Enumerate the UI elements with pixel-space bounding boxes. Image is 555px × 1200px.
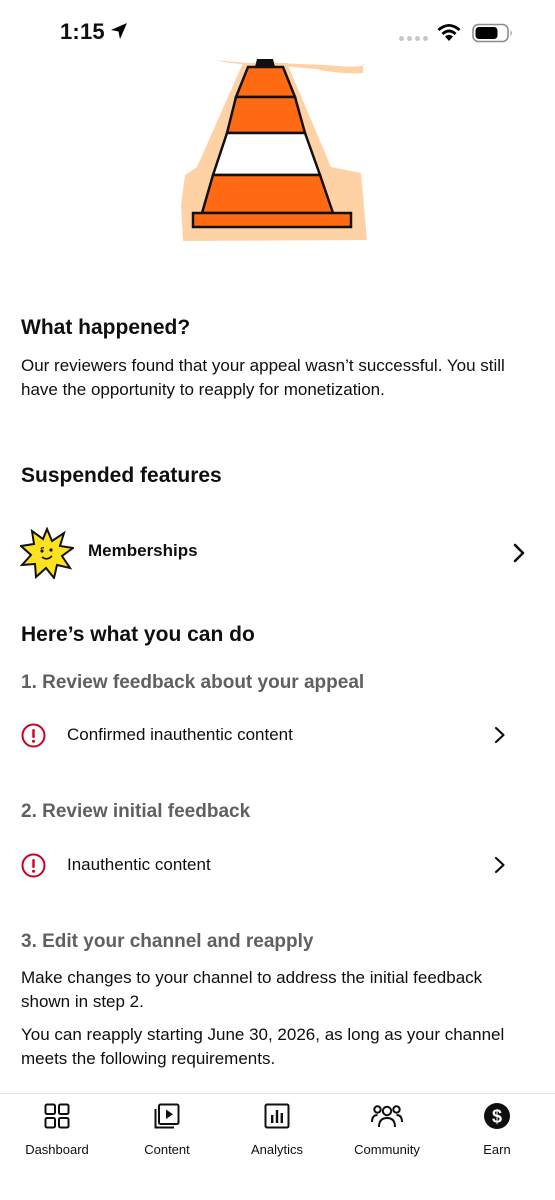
nav-content-label: Content [144,1142,190,1157]
earn-icon: $ [484,1103,510,1129]
nav-earn[interactable]: $ Earn [447,1102,547,1162]
step1-feedback-row[interactable]: Confirmed inauthentic content [0,711,555,759]
wifi-icon [437,24,461,41]
chevron-right-icon [494,726,505,744]
chevron-right-icon [513,543,525,563]
star-mascot-icon [20,527,74,579]
bottom-navigation: Dashboard Content Analytics Community $ … [0,1093,555,1200]
actions-heading: Here’s what you can do [21,623,255,646]
nav-dashboard[interactable]: Dashboard [7,1102,107,1162]
nav-analytics-label: Analytics [250,1142,304,1157]
alert-icon [21,853,46,877]
nav-earn-label: Earn [483,1142,511,1157]
nav-community[interactable]: Community [337,1102,437,1162]
nav-analytics[interactable]: Analytics [227,1102,327,1162]
step2-feedback-label: Inauthentic content [67,855,211,874]
suspended-item-memberships[interactable]: Memberships [0,524,555,582]
alert-icon [21,723,46,747]
step1-feedback-label: Confirmed inauthentic content [67,725,293,744]
suspended-features-heading: Suspended features [21,464,222,487]
location-arrow-icon [111,23,127,39]
step3-paragraph-2: You can reapply starting June 30, 2026, … [21,1025,505,1068]
what-happened-body: Our reviewers found that your appeal was… [21,356,505,399]
content-icon [154,1103,180,1129]
nav-community-label: Community [354,1142,420,1157]
step2-feedback-row[interactable]: Inauthentic content [0,841,555,889]
battery-icon [472,23,512,43]
step2-title: 2. Review initial feedback [21,801,251,822]
nav-dashboard-label: Dashboard [25,1142,89,1157]
cellular-signal-icon [399,36,428,41]
community-icon [371,1105,403,1128]
what-happened-heading: What happened? [21,316,191,339]
status-bar: 1:15 [0,0,555,62]
dashboard-icon [44,1103,70,1129]
chevron-right-icon [494,856,505,874]
analytics-icon [264,1103,290,1129]
step3-title: 3. Edit your channel and reapply [21,931,314,952]
svg-text:$: $ [492,1107,502,1127]
step1-title: 1. Review feedback about your appeal [21,672,365,693]
step3-paragraph-1: Make changes to your channel to address … [21,968,483,1011]
status-time: 1:15 [60,19,105,44]
traffic-cone-illustration [181,59,367,241]
memberships-label: Memberships [88,541,198,560]
nav-content[interactable]: Content [117,1102,217,1162]
